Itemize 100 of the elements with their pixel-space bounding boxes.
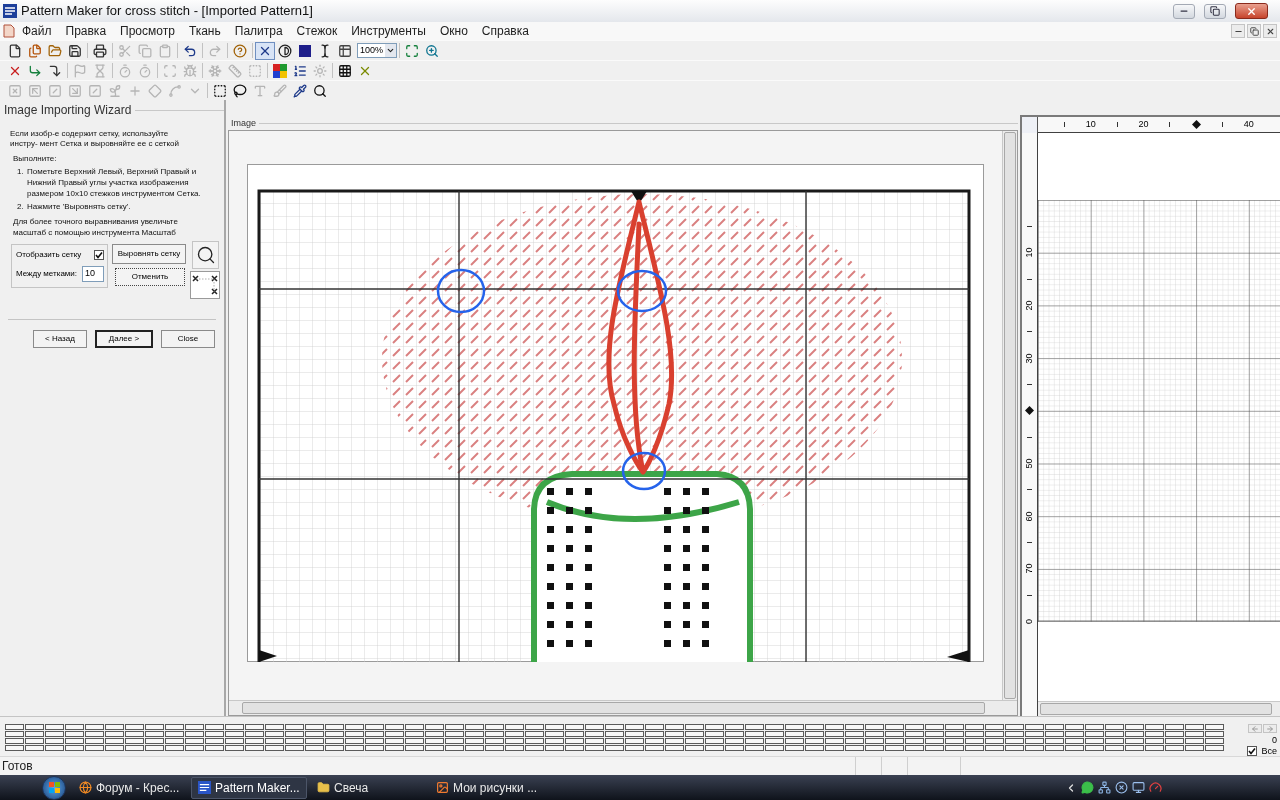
palette-slot[interactable] — [485, 724, 504, 730]
palette-slot[interactable] — [725, 724, 744, 730]
palette-slot[interactable] — [245, 745, 264, 751]
palette-slot[interactable] — [365, 745, 384, 751]
palette-slot[interactable] — [865, 731, 884, 737]
palette-slot[interactable] — [1025, 724, 1044, 730]
palette-slot[interactable] — [805, 738, 824, 744]
palette-slot[interactable] — [1125, 738, 1144, 744]
palette-slot[interactable] — [385, 724, 404, 730]
palette-slot[interactable] — [185, 731, 204, 737]
palette-slot[interactable] — [205, 745, 224, 751]
palette-slot[interactable] — [845, 738, 864, 744]
palette-slot[interactable] — [505, 731, 524, 737]
palette-slot[interactable] — [465, 745, 484, 751]
palette-slot[interactable] — [645, 745, 664, 751]
wizard-nav-button[interactable]: Далее > — [95, 330, 153, 348]
palette-slot[interactable] — [125, 738, 144, 744]
palette-slot[interactable] — [85, 745, 104, 751]
palette-slot[interactable] — [1165, 745, 1184, 751]
palette-slot[interactable] — [185, 724, 204, 730]
palette-slot[interactable] — [685, 731, 704, 737]
palette-slot[interactable] — [365, 724, 384, 730]
palette-slot[interactable] — [685, 738, 704, 744]
palette-slot[interactable] — [1065, 724, 1084, 730]
monitor-icon[interactable] — [1132, 781, 1145, 794]
palette-slot[interactable] — [545, 738, 564, 744]
palette-slot[interactable] — [1085, 745, 1104, 751]
palette-slot[interactable] — [905, 731, 924, 737]
palette-slot[interactable] — [145, 724, 164, 730]
palette-slot[interactable] — [1185, 738, 1204, 744]
palette-slot[interactable] — [185, 738, 204, 744]
palette-slot[interactable] — [1205, 731, 1224, 737]
palette-slot[interactable] — [285, 731, 304, 737]
palette-slot[interactable] — [745, 738, 764, 744]
palette-slot[interactable] — [85, 731, 104, 737]
palette-slot[interactable] — [1145, 731, 1164, 737]
palette-slot[interactable] — [1145, 738, 1164, 744]
palette-slot[interactable] — [225, 745, 244, 751]
chat-bubble-icon[interactable] — [1081, 781, 1094, 794]
palette-slot[interactable] — [665, 724, 684, 730]
palette-slot[interactable] — [345, 745, 364, 751]
palette-slot[interactable] — [605, 745, 624, 751]
palette-slot[interactable] — [905, 724, 924, 730]
palette-slot[interactable] — [645, 724, 664, 730]
palette-slot[interactable] — [325, 724, 344, 730]
palette-slot[interactable] — [1085, 724, 1104, 730]
menu-item[interactable]: Справка — [474, 22, 536, 40]
menu-item[interactable]: Инструменты — [344, 22, 433, 40]
palette-slot[interactable] — [165, 724, 184, 730]
palette-slot[interactable] — [1065, 738, 1084, 744]
palette-slot[interactable] — [765, 724, 784, 730]
palette-slot[interactable] — [105, 738, 124, 744]
palette-slot[interactable] — [105, 745, 124, 751]
palette-slot[interactable] — [625, 724, 644, 730]
palette-slot[interactable] — [425, 724, 444, 730]
palette-slot[interactable] — [5, 738, 24, 744]
palette-slot[interactable] — [1145, 745, 1164, 751]
palette-slot[interactable] — [145, 731, 164, 737]
palette-slot[interactable] — [345, 724, 364, 730]
palette-slot[interactable] — [785, 738, 804, 744]
palette-slot[interactable] — [265, 738, 284, 744]
palette-slot[interactable] — [1205, 745, 1224, 751]
palette-slot[interactable] — [185, 745, 204, 751]
palette-slot[interactable] — [205, 738, 224, 744]
wizard-nav-button[interactable]: Close — [161, 330, 215, 348]
zoom-combo[interactable]: 100% — [357, 43, 397, 58]
palette-slot[interactable] — [85, 724, 104, 730]
palette-slot[interactable] — [805, 731, 824, 737]
palette-slot[interactable] — [1165, 738, 1184, 744]
palette-slot[interactable] — [965, 724, 984, 730]
palette-slot[interactable] — [305, 724, 324, 730]
palette-slot[interactable] — [65, 745, 84, 751]
palette-slot[interactable] — [1105, 724, 1124, 730]
palette-slot[interactable] — [1085, 731, 1104, 737]
palette-slot[interactable] — [325, 731, 344, 737]
palette-slot[interactable] — [585, 724, 604, 730]
palette-slot[interactable] — [1045, 731, 1064, 737]
palette-slot[interactable] — [985, 724, 1004, 730]
palette-slot[interactable] — [1045, 724, 1064, 730]
palette-slot[interactable] — [825, 738, 844, 744]
palette-slot[interactable] — [765, 731, 784, 737]
palette-slot[interactable] — [445, 745, 464, 751]
palette-slot[interactable] — [465, 731, 484, 737]
palette-slot[interactable] — [45, 745, 64, 751]
palette-slot[interactable] — [465, 738, 484, 744]
palette-slot[interactable] — [1085, 738, 1104, 744]
palette-slot[interactable] — [665, 731, 684, 737]
palette-slot[interactable] — [905, 738, 924, 744]
palette-slot[interactable] — [985, 738, 1004, 744]
palette-slot[interactable] — [205, 724, 224, 730]
menu-item[interactable]: Палитра — [227, 22, 290, 40]
palette-slot[interactable] — [1185, 731, 1204, 737]
palette-slot[interactable] — [965, 731, 984, 737]
palette-slot[interactable] — [345, 738, 364, 744]
palette-slot[interactable] — [885, 738, 904, 744]
start-button[interactable] — [42, 775, 66, 800]
taskbar-button[interactable]: Свеча — [310, 776, 426, 799]
palette-slot[interactable] — [585, 745, 604, 751]
palette-slot[interactable] — [585, 731, 604, 737]
palette-slot[interactable] — [925, 724, 944, 730]
